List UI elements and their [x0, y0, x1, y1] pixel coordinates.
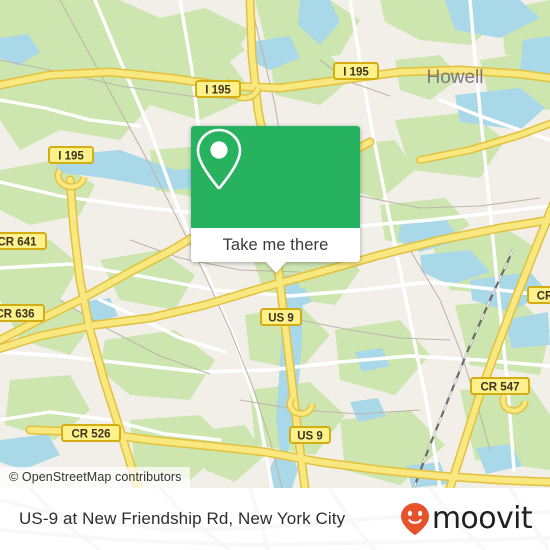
footer-bar: US-9 at New Friendship Rd, New York City… [0, 488, 550, 550]
moovit-station-card-screenshot: Howell I 195 I 195 I 195 CR 641 R 636 CR… [0, 0, 550, 550]
map-canvas[interactable]: Howell I 195 I 195 I 195 CR 641 R 636 CR… [0, 0, 550, 488]
moovit-wordmark: moovit [431, 501, 533, 536]
card-image-area [191, 126, 360, 228]
station-title: US-9 at New Friendship Rd, New York City [19, 509, 346, 528]
moovit-logo[interactable]: moovit [400, 501, 533, 536]
map-pin-icon [196, 128, 242, 190]
card-pointer-tail [265, 262, 286, 273]
moovit-pin-smiley-icon [400, 503, 429, 535]
take-me-there-card[interactable]: Take me there [191, 126, 360, 273]
take-me-there-label: Take me there [222, 235, 329, 254]
osm-attribution[interactable]: © OpenStreetMap contributors [0, 467, 190, 488]
card-action-area[interactable]: Take me there [191, 228, 360, 262]
